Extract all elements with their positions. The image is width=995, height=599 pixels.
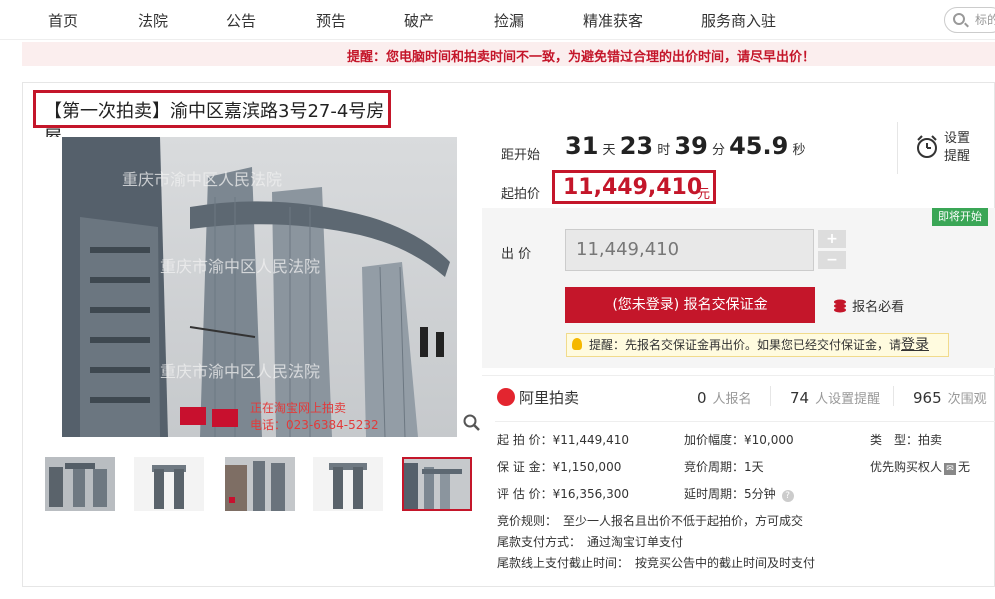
detail-priority: 优先购买权人 ✉ 无 [870, 458, 970, 475]
time-warning-text: 提醒：您电脑时间和拍卖时间不一致，为避免错过合理的出价时间，请尽早出价！ [347, 50, 816, 65]
nav-announcement[interactable]: 公告 [226, 10, 256, 31]
signup-guide-label: 报名必看 [852, 300, 905, 315]
reminders-count: 74 [790, 389, 810, 407]
nav-bankruptcy[interactable]: 破产 [404, 10, 434, 31]
detail-start-price: 起 拍 价：¥11,449,410 [497, 433, 629, 447]
nav-provider-join[interactable]: 服务商入驻 [701, 10, 776, 31]
days-unit: 天 [602, 143, 616, 158]
thumbnail-1[interactable] [45, 457, 115, 511]
login-tip: 提醒：先报名交保证金再出价。如果您已经交付保证金，请登录 [566, 333, 949, 357]
increase-bid-button[interactable]: + [818, 230, 846, 248]
seconds-unit: 秒 [792, 143, 806, 158]
signups-stat: 0 人报名 [697, 388, 752, 407]
detail-cycle: 竞价周期：1天 [684, 460, 764, 474]
views-stat: 965 次围观 [913, 388, 987, 407]
login-link[interactable]: 登录 [901, 337, 929, 353]
detail-increment: 加价幅度：¥10,000 [684, 433, 794, 447]
building-photo: 重庆市渝中区人民法院 重庆市渝中区人民法院 重庆市渝中区人民法院 正在淘宝网上拍… [62, 137, 457, 437]
watermark-3: 重庆市渝中区人民法院 [160, 362, 320, 381]
nav-home[interactable]: 首页 [48, 10, 78, 31]
signup-guide-link[interactable]: 报名必看 [832, 296, 904, 315]
countdown-minutes: 39 [674, 132, 708, 160]
help-icon[interactable]: ? [781, 490, 794, 502]
thumbnail-4[interactable] [313, 457, 383, 511]
login-tip-text: 提醒：先报名交保证金再出价。如果您已经交付保证金，请 [589, 338, 902, 352]
nav-precise-customers[interactable]: 精准获客 [583, 10, 643, 31]
detail-delay-text: 延时周期：5分钟 [684, 487, 776, 501]
detail-type: 类 型：拍卖 [870, 431, 942, 448]
detail-delay: 延时周期：5分钟? [684, 485, 794, 502]
coins-icon [834, 299, 846, 313]
countdown-timer: 31 天 23 时 39 分 45.9 秒 [565, 132, 805, 160]
lightbulb-icon [572, 338, 582, 350]
detail-type-value: 拍卖 [918, 433, 943, 447]
thumbnail-5-selected[interactable] [402, 457, 472, 511]
time-warning-bar: 提醒：您电脑时间和拍卖时间不一致，为避免错过合理的出价时间，请尽早出价！ [22, 42, 995, 66]
photo-caption-1: 正在淘宝网上拍卖 [250, 400, 346, 415]
top-nav: 首页 法院 公告 预告 破产 捡漏 精准获客 服务商入驻 标的 [0, 0, 995, 40]
start-price-unit: 元 [697, 187, 711, 202]
signups-count: 0 [697, 389, 707, 407]
start-price-box: 11,449,410 元 [552, 170, 716, 204]
photo-caption-2: 电话：023-6384-5232 [250, 418, 379, 432]
signup-deposit-button[interactable]: (您未登录) 报名交保证金 [565, 287, 815, 323]
nav-preview[interactable]: 预告 [316, 10, 346, 31]
main-photo[interactable]: 重庆市渝中区人民法院 重庆市渝中区人民法院 重庆市渝中区人民法院 正在淘宝网上拍… [40, 137, 482, 437]
views-label: 次围观 [947, 392, 987, 407]
countdown-days: 31 [565, 132, 599, 160]
bid-label: 出 价 [501, 247, 532, 262]
start-price-label: 起拍价 [501, 187, 541, 202]
detail-deadline: 尾款线上支付截止时间： 按竞买公告中的截止时间及时支付 [497, 556, 816, 570]
search-placeholder: 标的 [975, 13, 995, 27]
start-price-value: 11,449,410 [563, 175, 703, 200]
bid-amount-input[interactable]: 11,449,410 [565, 229, 814, 271]
stat-divider-1 [770, 386, 771, 406]
countdown-label: 距开始 [501, 148, 541, 163]
countdown-hours: 23 [619, 132, 654, 160]
set-reminder-button[interactable]: 设置 提醒 [897, 122, 995, 174]
details-divider [495, 421, 995, 422]
reminders-stat: 74 人设置提醒 [790, 388, 880, 407]
decrease-bid-button[interactable]: − [818, 251, 846, 269]
thumbnail-2[interactable] [134, 457, 204, 511]
nav-bargain[interactable]: 捡漏 [494, 10, 524, 31]
search-icon [953, 13, 965, 25]
auction-title: 【第一次拍卖】渝中区嘉滨路3号27-4号房屋 [33, 90, 391, 148]
stat-divider-2 [893, 386, 894, 406]
ali-auction-logo-text: 阿里拍卖 [519, 389, 580, 407]
detail-priority-value: 无 [958, 460, 971, 474]
detail-priority-label: 优先购买权人 [870, 460, 943, 474]
signups-label: 人报名 [712, 392, 752, 407]
detail-payment: 尾款支付方式： 通过淘宝订单支付 [497, 535, 684, 549]
reminders-label: 人设置提醒 [815, 392, 881, 407]
thumbnail-3[interactable] [225, 457, 295, 511]
watermark-1: 重庆市渝中区人民法院 [122, 170, 282, 189]
ali-logo-icon [497, 388, 515, 406]
countdown-seconds: 45.9 [729, 132, 789, 160]
reminder-label-2: 提醒 [944, 149, 971, 164]
nav-court[interactable]: 法院 [138, 10, 168, 31]
search-input[interactable]: 标的 [944, 7, 995, 33]
ali-auction-logo: 阿里拍卖 [497, 387, 579, 408]
zoom-icon[interactable] [462, 413, 482, 433]
minutes-unit: 分 [711, 143, 725, 158]
detail-deposit: 保 证 金：¥1,150,000 [497, 460, 622, 474]
info-badge-icon: ✉ [944, 463, 957, 475]
alarm-clock-icon [917, 135, 937, 158]
detail-type-label: 类 型： [870, 433, 919, 447]
status-badge: 即将开始 [932, 208, 988, 226]
detail-appraisal: 评 估 价：¥16,356,300 [497, 487, 629, 501]
hours-unit: 时 [657, 143, 671, 158]
reminder-label-1: 设置 [944, 131, 971, 146]
detail-rule: 竞价规则： 至少一人报名且出价不低于起拍价，方可成交 [497, 514, 804, 528]
watermark-2: 重庆市渝中区人民法院 [160, 257, 320, 276]
views-count: 965 [913, 389, 942, 407]
